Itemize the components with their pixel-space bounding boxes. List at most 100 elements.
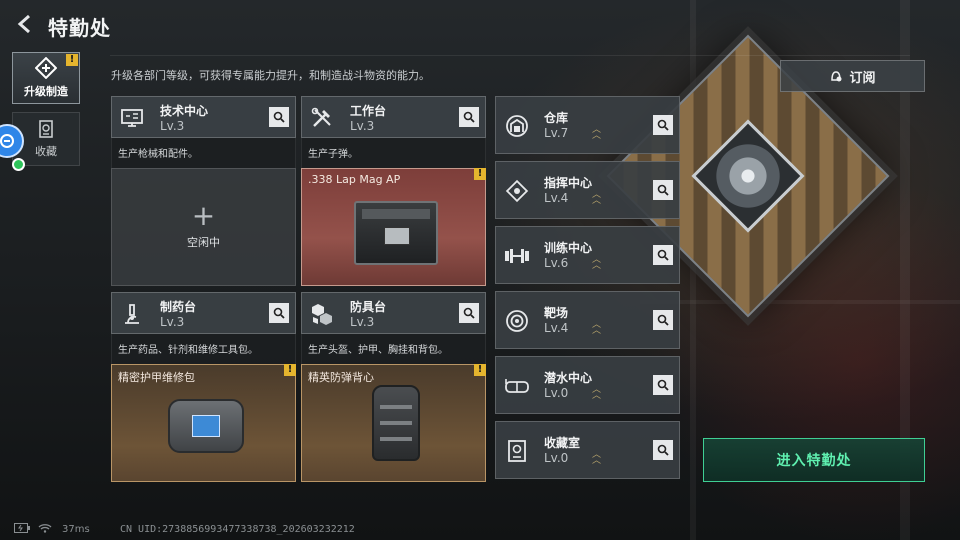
command-center-icon <box>502 176 532 206</box>
station-card-workbench: 工作台 Lv.3 生产子弹。 .338 Lap Mag AP ! <box>301 96 486 286</box>
inspect-button[interactable] <box>653 440 673 460</box>
back-button[interactable] <box>12 11 38 37</box>
ballistic-vest-image <box>372 385 420 461</box>
station-description: 生产子弹。 <box>301 138 486 168</box>
search-icon <box>273 111 285 123</box>
inspect-button[interactable] <box>653 310 673 330</box>
station-level: Lv.3 <box>350 119 375 133</box>
facility-row-collection-room[interactable]: 收藏室 Lv.0 ︿ ︿ <box>495 421 680 479</box>
station-name: 防具台 <box>350 300 387 314</box>
collection-icon <box>39 120 53 138</box>
facility-level: Lv.4 <box>544 191 569 205</box>
subscribe-label: 订阅 <box>849 70 876 86</box>
facility-level: Lv.7 <box>544 126 569 140</box>
enter-button-label: 进入特勤处 <box>776 453 852 469</box>
crafting-item-name: 精英防弹背心 <box>308 371 374 384</box>
station-card-armory: 防具台 Lv.3 生产头盔、护甲、胸挂和背包。 精英防弹背心 ! <box>301 292 486 482</box>
upgrade-chevron-icon: ︿ ︿ <box>592 255 602 271</box>
nav-item-upgrade-craft[interactable]: 升级制造 ! <box>12 52 80 104</box>
search-icon <box>463 307 475 319</box>
search-icon <box>657 379 669 391</box>
facility-row-warehouse[interactable]: 仓库 Lv.7 ︿ ︿ <box>495 96 680 154</box>
station-card-pharmacy: 制药台 Lv.3 生产药品、针剂和维修工具包。 精密护甲维修包 ! <box>111 292 296 482</box>
facility-name: 训练中心 <box>544 241 593 255</box>
crafting-item-name: 精密护甲维修包 <box>118 371 195 384</box>
station-description: 生产枪械和配件。 <box>111 138 296 168</box>
warning-badge: ! <box>474 168 486 180</box>
tools-icon <box>308 104 336 132</box>
search-icon <box>657 119 669 131</box>
user-uid: CN UID:2738856993477338738_202603232212 <box>120 524 355 535</box>
dumbbell-icon <box>502 241 532 271</box>
facility-name: 潜水中心 <box>544 371 593 385</box>
production-slot-crafting[interactable]: .338 Lap Mag AP ! <box>301 168 486 286</box>
search-icon <box>657 444 669 456</box>
station-header[interactable]: 防具台 Lv.3 <box>301 292 486 334</box>
inspect-button[interactable] <box>653 115 673 135</box>
warning-badge: ! <box>66 54 78 66</box>
station-name: 制药台 <box>160 300 197 314</box>
inspect-button[interactable] <box>653 375 673 395</box>
upgrade-chevron-icon: ︿ ︿ <box>592 320 602 336</box>
warehouse-icon <box>502 111 532 141</box>
upgrade-chevron-icon: ︿ ︿ <box>592 125 602 141</box>
facility-level: Lv.0 <box>544 386 569 400</box>
nav-item-label: 收藏 <box>35 145 57 158</box>
facility-row-shooting-range[interactable]: 靶场 Lv.4 ︿ ︿ <box>495 291 680 349</box>
microscope-icon <box>118 300 146 328</box>
search-icon <box>657 184 669 196</box>
warning-badge: ! <box>474 364 486 376</box>
station-level: Lv.3 <box>160 315 185 329</box>
inspect-button[interactable] <box>459 303 479 323</box>
status-footer: 37ms CN UID:2738856993477338738_20260323… <box>0 518 960 540</box>
production-slot-crafting[interactable]: 精英防弹背心 ! <box>301 364 486 482</box>
collection-room-icon <box>502 436 532 466</box>
upgrade-chevron-icon: ︿ ︿ <box>592 450 602 466</box>
production-slot-crafting[interactable]: 精密护甲维修包 ! <box>111 364 296 482</box>
facility-row-training-center[interactable]: 训练中心 Lv.6 ︿ ︿ <box>495 226 680 284</box>
battery-icon <box>14 523 30 533</box>
facility-name: 收藏室 <box>544 436 581 450</box>
station-description: 生产药品、针剂和维修工具包。 <box>111 334 296 364</box>
page-subtitle: 升级各部门等级，可获得专属能力提升，和制造战斗物资的能力。 <box>111 69 430 82</box>
station-level: Lv.3 <box>350 315 375 329</box>
inspect-button[interactable] <box>269 303 289 323</box>
slot-status: 空闲中 <box>187 236 220 249</box>
station-name: 技术中心 <box>160 104 209 118</box>
inspect-button[interactable] <box>653 180 673 200</box>
facility-row-command-center[interactable]: 指挥中心 Lv.4 ︿ ︿ <box>495 161 680 219</box>
inspect-button[interactable] <box>459 107 479 127</box>
enter-special-ops-button[interactable]: 进入特勤处 <box>703 438 925 482</box>
station-name: 工作台 <box>350 104 387 118</box>
upgrade-craft-icon <box>35 57 57 79</box>
station-header[interactable]: 技术中心 Lv.3 <box>111 96 296 138</box>
facility-name: 指挥中心 <box>544 176 593 190</box>
header: 特勤处 <box>0 0 960 50</box>
production-slot-idle[interactable]: + 空闲中 <box>111 168 296 286</box>
facility-level: Lv.6 <box>544 256 569 270</box>
ammo-case-image <box>354 201 438 265</box>
target-icon <box>502 306 532 336</box>
search-icon <box>657 249 669 261</box>
facility-name: 靶场 <box>544 306 569 320</box>
subscribe-button[interactable]: 订阅 <box>780 60 925 92</box>
armor-cubes-icon <box>308 300 336 328</box>
nav-item-label: 升级制造 <box>24 85 68 98</box>
facility-level: Lv.4 <box>544 321 569 335</box>
facility-row-diving-center[interactable]: 潜水中心 Lv.0 ︿ ︿ <box>495 356 680 414</box>
station-card-tech-center: 技术中心 Lv.3 生产枪械和配件。 + 空闲中 <box>111 96 296 286</box>
station-level: Lv.3 <box>160 119 185 133</box>
inspect-button[interactable] <box>653 245 673 265</box>
inspect-button[interactable] <box>269 107 289 127</box>
wifi-status-dot <box>12 158 25 171</box>
monitor-icon <box>118 104 146 132</box>
subscribe-icon <box>831 71 842 82</box>
station-description: 生产头盔、护甲、胸挂和背包。 <box>301 334 486 364</box>
plus-icon: + <box>191 199 216 232</box>
warning-badge: ! <box>284 364 296 376</box>
station-header[interactable]: 工作台 Lv.3 <box>301 96 486 138</box>
network-ping: 37ms <box>62 524 90 535</box>
station-header[interactable]: 制药台 Lv.3 <box>111 292 296 334</box>
repair-kit-image <box>168 399 244 453</box>
facility-level: Lv.0 <box>544 451 569 465</box>
